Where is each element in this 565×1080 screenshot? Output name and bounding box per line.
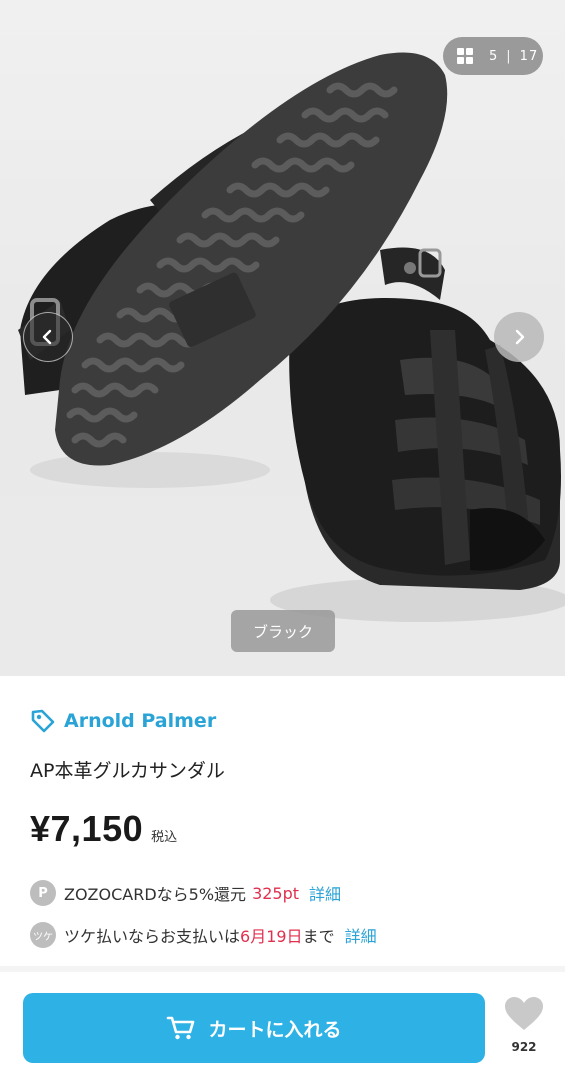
zozocard-text: ZOZOCARDなら5%還元: [64, 885, 247, 904]
tag-icon: [31, 709, 55, 733]
zozocard-benefit: P ZOZOCARDなら5%還元 325pt 詳細: [30, 880, 341, 906]
tsuke-text-after: まで: [302, 927, 335, 946]
product-title: AP本革グルカサンダル: [30, 760, 225, 782]
tsuke-text-before: ツケ払いならお支払いは: [64, 927, 241, 946]
favorite-count: 922: [511, 1040, 537, 1054]
points-value: 325pt: [252, 883, 300, 903]
cart-icon: [167, 1016, 195, 1040]
image-counter[interactable]: 5 | 17: [443, 37, 543, 75]
tsuke-detail-link[interactable]: 詳細: [345, 923, 377, 947]
chevron-right-icon: [515, 329, 525, 345]
points-icon: P: [30, 880, 56, 906]
total-image-count: 17: [519, 48, 539, 64]
tsuke-icon: ツケ: [30, 922, 56, 948]
chevron-left-icon: [42, 329, 52, 345]
brand-link[interactable]: Arnold Palmer: [30, 708, 216, 734]
grid-icon: [457, 48, 473, 64]
previous-image-button[interactable]: [23, 312, 73, 362]
color-label: ブラック: [231, 610, 335, 652]
tsuke-benefit: ツケ ツケ払いならお支払いは 6月19日 まで 詳細: [30, 922, 377, 948]
next-image-button[interactable]: [494, 312, 544, 362]
add-to-cart-button[interactable]: カートに入れる: [23, 993, 485, 1063]
counter-separator: |: [506, 48, 512, 64]
heart-icon: [505, 997, 543, 1030]
current-image-number: 5: [489, 48, 499, 64]
price: ¥7,150: [30, 808, 144, 849]
product-image[interactable]: 5 | 17 ブラック: [0, 0, 565, 676]
brand-name: Arnold Palmer: [64, 710, 217, 732]
add-to-cart-label: カートに入れる: [208, 1018, 342, 1041]
tax-label: 税込: [151, 830, 178, 845]
favorite-button[interactable]: 922: [500, 996, 548, 1054]
section-divider: [0, 966, 565, 972]
payment-due-date: 6月19日: [240, 927, 303, 946]
zozocard-detail-link[interactable]: 詳細: [309, 881, 341, 905]
sandal-photo: [18, 52, 565, 622]
price-row: ¥7,150 税込: [30, 808, 177, 850]
